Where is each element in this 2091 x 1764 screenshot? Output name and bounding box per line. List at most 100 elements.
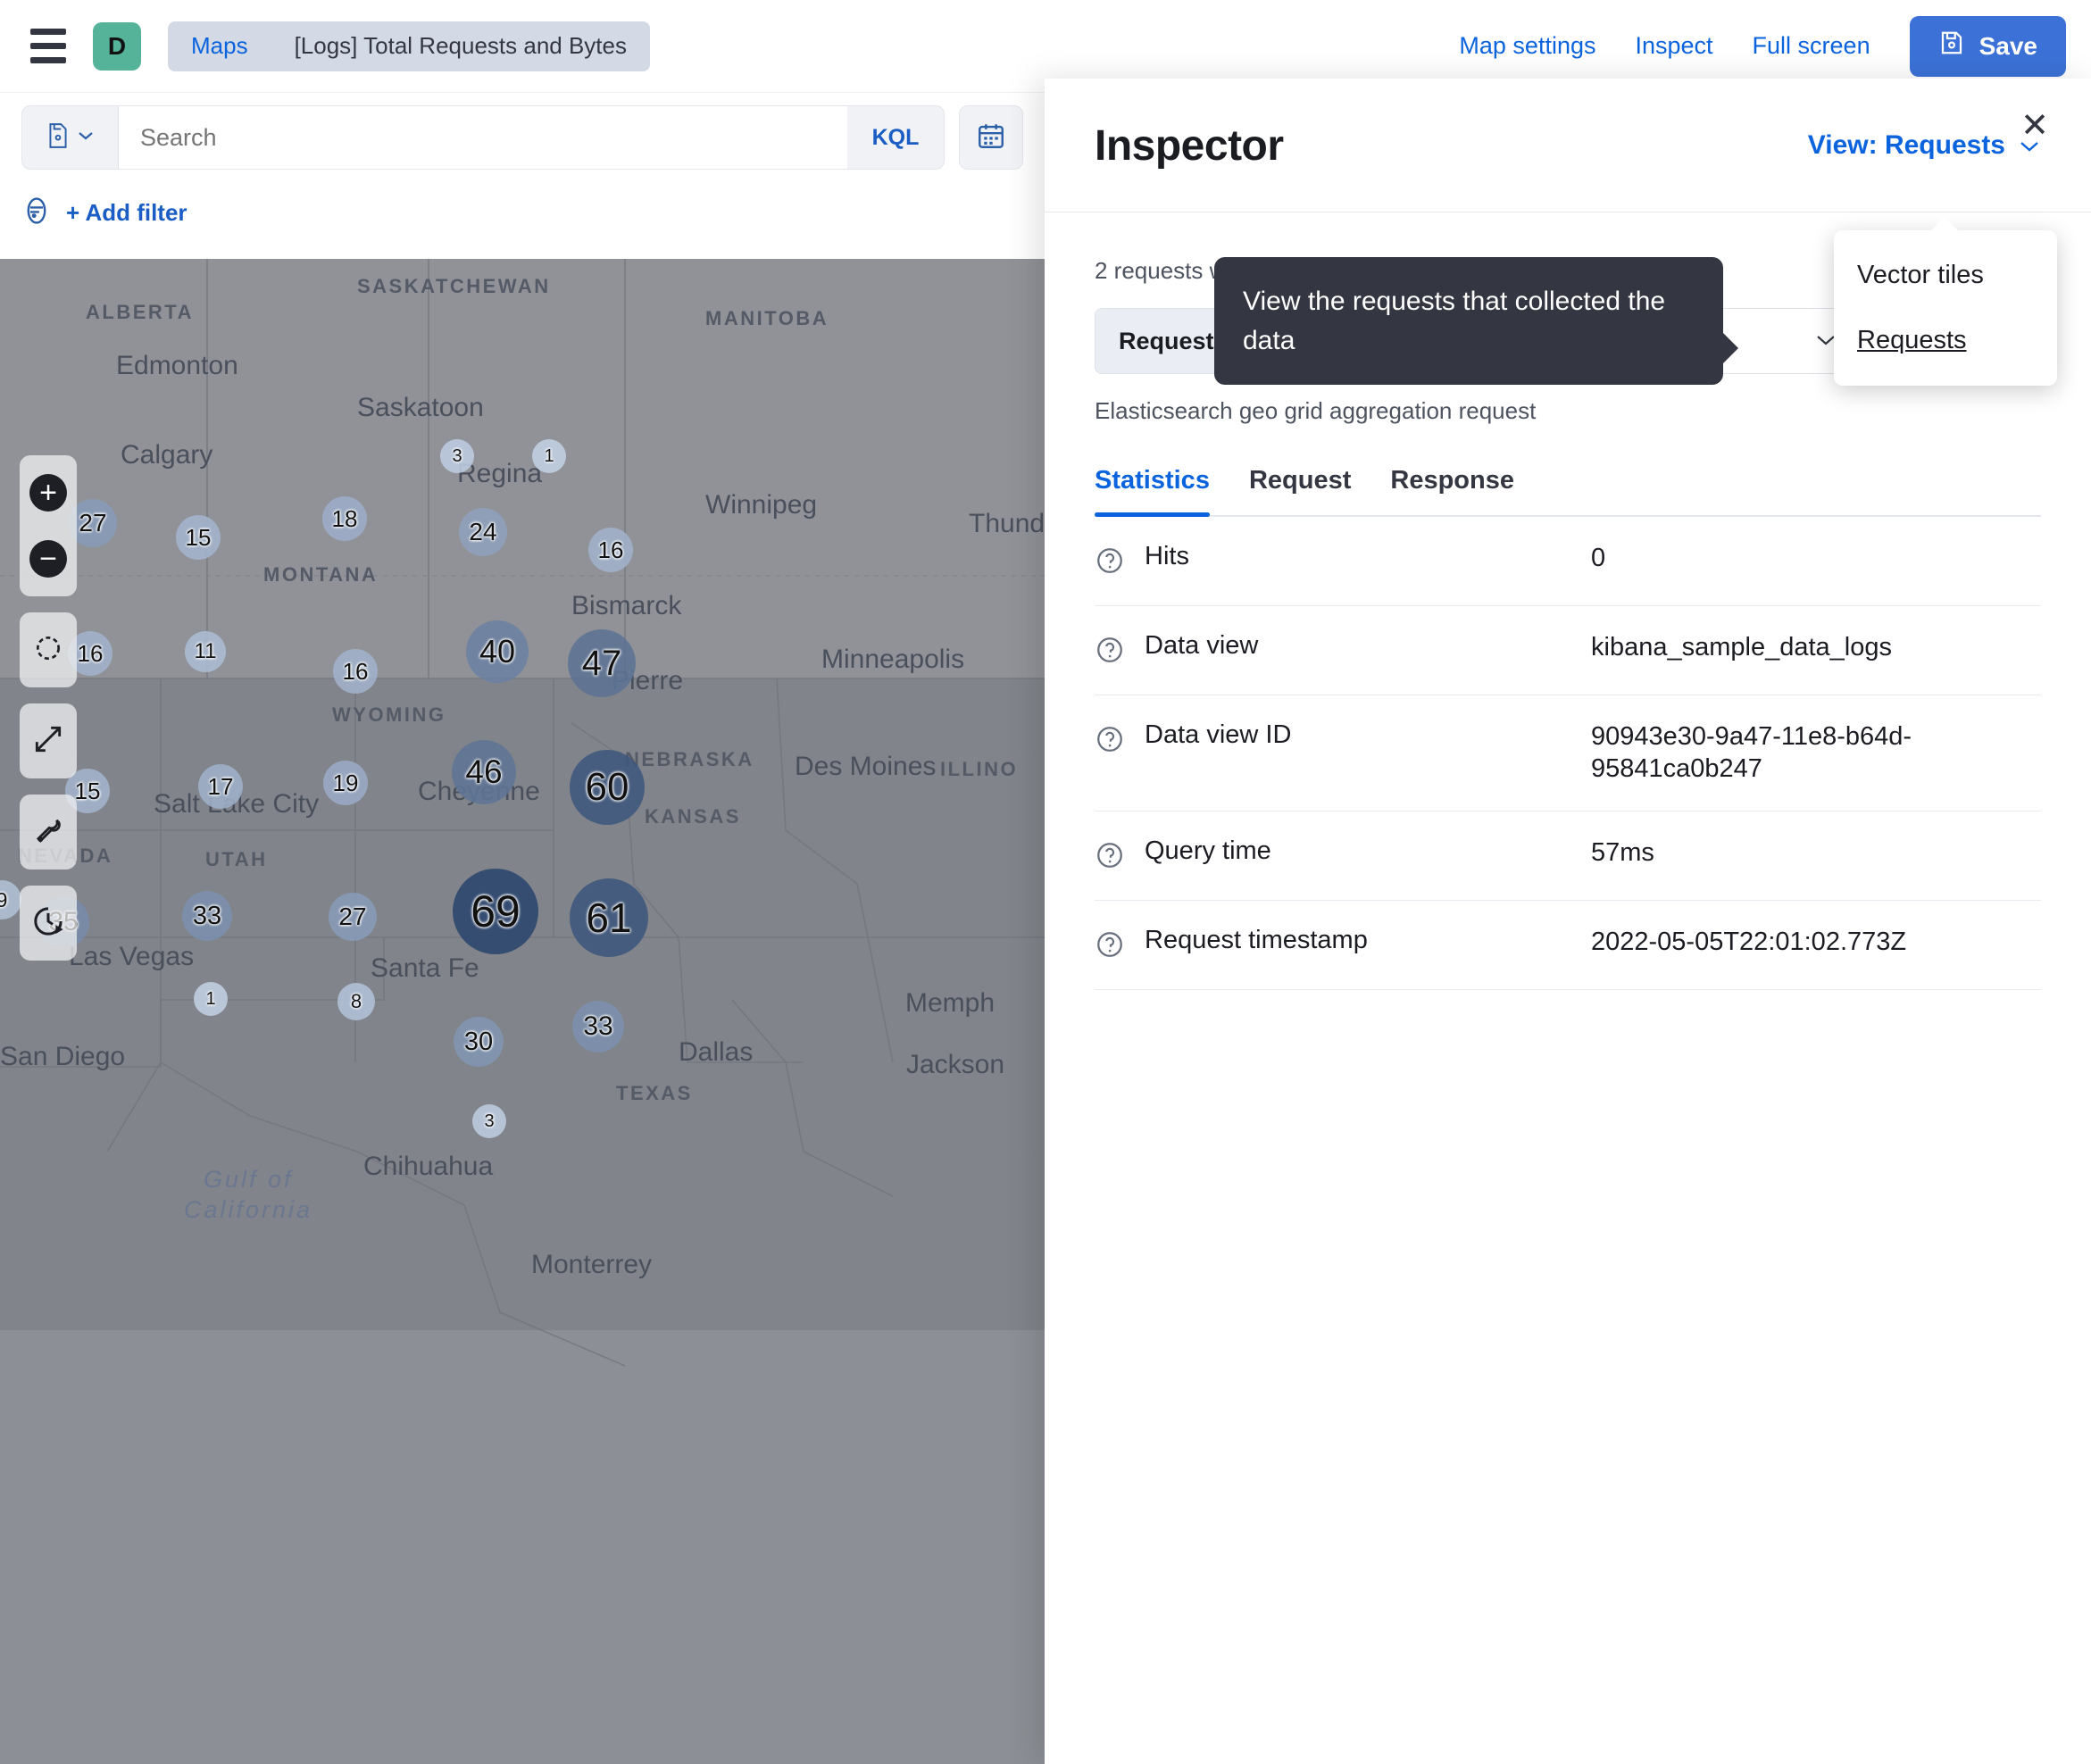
view-selector-tooltip: View the requests that collected the dat…	[1214, 257, 1738, 385]
map-controls: + −	[20, 455, 77, 961]
map-canvas[interactable]: SASKATCHEWAN MANITOBA ALBERTA Edmonton Saska…	[0, 259, 1045, 1764]
map-cluster-marker[interactable]: 8	[337, 983, 375, 1020]
data-view-icon	[46, 122, 70, 154]
view-selector-popover: Vector tiles Requests	[1834, 217, 2057, 386]
question-circle-icon[interactable]	[1095, 720, 1145, 759]
date-picker-button[interactable]	[959, 105, 1023, 170]
view-option-vector-tiles[interactable]: Vector tiles	[1834, 243, 2057, 308]
crosshair-icon	[30, 630, 66, 670]
top-nav-actions: Map settings Inspect Full screen Save	[1459, 15, 2066, 77]
table-row: Request timestamp 2022-05-05T22:01:02.773…	[1095, 901, 2041, 990]
map-cluster-marker[interactable]: 27	[329, 893, 377, 941]
clock-play-icon	[30, 903, 66, 944]
map-cluster-marker[interactable]: 18	[322, 496, 367, 541]
query-bar: KQL	[0, 93, 1045, 182]
inspector-header: Inspector View: Requests	[1045, 79, 2091, 171]
map-cluster-marker[interactable]: 46	[452, 740, 516, 804]
map-cluster-marker[interactable]: 16	[333, 649, 378, 694]
full-screen-link[interactable]: Full screen	[1753, 32, 1870, 60]
data-view-selector[interactable]	[22, 106, 119, 169]
map-cluster-marker[interactable]: 33	[572, 1001, 624, 1053]
map-cluster-marker[interactable]: 17	[198, 764, 243, 809]
map-cluster-marker[interactable]: 30	[454, 1017, 504, 1067]
zoom-in-button[interactable]: +	[20, 464, 77, 521]
tab-statistics[interactable]: Statistics	[1095, 466, 1210, 517]
map-borders	[0, 259, 1045, 1367]
save-button-label: Save	[1979, 31, 2037, 60]
map-cluster-marker[interactable]: 16	[588, 528, 633, 572]
map-cluster-marker[interactable]: 24	[459, 508, 507, 556]
fullscreen-button[interactable]	[20, 712, 77, 770]
close-icon[interactable]: ✕	[2012, 104, 2057, 148]
view-selector-label: View: Requests	[1807, 130, 2005, 160]
map-cluster-marker[interactable]: 3	[440, 439, 474, 473]
timeslider-group	[20, 886, 77, 961]
map-cluster-marker[interactable]: 3	[472, 1104, 506, 1138]
map-cluster-marker[interactable]: 19	[323, 761, 368, 805]
statistic-value: 2022-05-05T22:01:02.773Z	[1591, 927, 1907, 956]
table-row: Data view kibana_sample_data_logs	[1095, 606, 2041, 695]
save-disk-icon	[1938, 29, 1965, 62]
table-row: Hits 0	[1095, 517, 2041, 606]
filter-icon[interactable]	[21, 196, 52, 230]
space-avatar[interactable]: D	[93, 21, 141, 71]
breadcrumb: Maps [Logs] Total Requests and Bytes	[168, 21, 650, 71]
map-cluster-marker[interactable]: 69	[453, 869, 538, 954]
expand-arrows-icon	[31, 722, 65, 761]
statistic-value: 90943e30-9a47-11e8-b64d-95841ca0b247	[1591, 722, 1912, 784]
plus-icon: +	[29, 474, 67, 512]
zoom-control-group: + −	[20, 455, 77, 596]
hamburger-menu-icon[interactable]	[25, 23, 71, 70]
statistics-table: Hits 0 Data view kibana_sample_data_logs Dat…	[1095, 517, 2041, 990]
zoom-out-button[interactable]: −	[20, 530, 77, 587]
question-circle-icon[interactable]	[1095, 836, 1145, 875]
tab-request[interactable]: Request	[1249, 466, 1351, 515]
statistic-name: Data view	[1145, 631, 1259, 660]
question-circle-icon[interactable]	[1095, 542, 1145, 580]
search-field-group: KQL	[21, 105, 945, 170]
tools-button[interactable]	[20, 803, 77, 861]
inspector-flyout: ✕ Inspector View: Requests 2 requests we…	[1045, 79, 2091, 1764]
map-cluster-marker[interactable]: 15	[176, 515, 221, 560]
request-description: Elasticsearch geo grid aggregation reque…	[1095, 397, 1537, 424]
fullscreen-group	[20, 703, 77, 778]
map-cluster-marker[interactable]: 60	[570, 750, 645, 825]
view-option-requests[interactable]: Requests	[1834, 308, 2057, 373]
minus-icon: −	[29, 540, 67, 578]
inspector-tabs: Statistics Request Response	[1095, 466, 2041, 517]
table-row: Data view ID 90943e30-9a47-11e8-b64d-9584…	[1095, 695, 2041, 811]
fit-to-data-button[interactable]	[20, 621, 77, 678]
statistic-name: Data view ID	[1145, 720, 1292, 749]
map-cluster-marker[interactable]: 1	[194, 982, 228, 1016]
question-circle-icon[interactable]	[1095, 926, 1145, 964]
add-filter-button[interactable]: + Add filter	[66, 199, 187, 227]
tab-response[interactable]: Response	[1390, 466, 1514, 515]
view-selector-button[interactable]: View: Requests	[1808, 121, 2041, 161]
table-row: Query time 57ms	[1095, 811, 2041, 901]
calendar-icon	[976, 121, 1006, 155]
tools-group	[20, 795, 77, 870]
statistic-value: 0	[1591, 544, 1606, 572]
wrench-icon	[31, 813, 65, 852]
map-settings-link[interactable]: Map settings	[1459, 32, 1595, 60]
map-cluster-marker[interactable]: 33	[182, 891, 232, 941]
map-cluster-marker[interactable]: 1	[532, 439, 566, 473]
map-cluster-marker[interactable]: 47	[568, 629, 636, 697]
statistic-name: Request timestamp	[1145, 925, 1368, 954]
map-cluster-marker[interactable]: 61	[570, 878, 648, 957]
page-title: Inspector	[1095, 122, 1284, 170]
question-circle-icon[interactable]	[1095, 631, 1145, 670]
statistic-name: Hits	[1145, 542, 1189, 570]
statistic-value: 57ms	[1591, 837, 1654, 867]
search-input[interactable]	[119, 106, 847, 169]
chevron-down-icon	[77, 129, 95, 146]
save-button[interactable]: Save	[1909, 15, 2066, 77]
map-cluster-marker[interactable]: 11	[185, 631, 226, 672]
map-cluster-marker[interactable]: 40	[466, 620, 529, 683]
inspect-link[interactable]: Inspect	[1635, 32, 1712, 60]
breadcrumb-current-title: [Logs] Total Requests and Bytes	[254, 21, 650, 71]
statistic-value: kibana_sample_data_logs	[1591, 633, 1892, 662]
fit-to-data-group	[20, 612, 77, 687]
query-language-button[interactable]: KQL	[847, 106, 944, 169]
timeslider-button[interactable]	[20, 894, 77, 952]
